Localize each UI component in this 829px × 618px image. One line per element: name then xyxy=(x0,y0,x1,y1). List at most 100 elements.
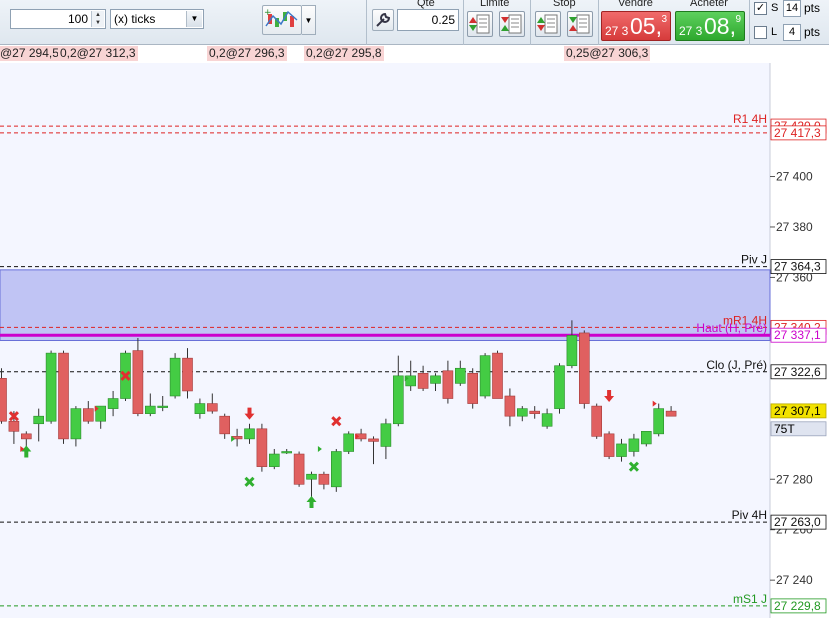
candle-body xyxy=(603,433,615,457)
candle-body xyxy=(616,443,627,457)
chevron-up-icon[interactable]: ▲ xyxy=(92,11,104,19)
price-tag-label: 27 229,8 xyxy=(774,599,821,613)
candle-body xyxy=(219,415,230,435)
price-tag-label: 27 364,3 xyxy=(774,260,821,274)
price-tag-label: 27 337,1 xyxy=(774,328,821,342)
candle-body xyxy=(368,438,379,442)
level-label: Piv 4H xyxy=(732,508,767,522)
candle-body xyxy=(392,375,404,425)
buy-price-fraction: 9 xyxy=(735,14,741,25)
candle-body xyxy=(70,408,82,440)
svg-text:+: + xyxy=(264,8,272,18)
sell-price-fraction: 3 xyxy=(661,14,667,25)
indicator-dropdown[interactable]: ▼ xyxy=(302,5,316,35)
sell-label: Vendre xyxy=(618,0,653,9)
limit-checkbox[interactable] xyxy=(754,26,767,39)
indicator-button[interactable]: + xyxy=(262,5,302,35)
price-tag-label: 75T xyxy=(774,422,795,436)
candle-body xyxy=(343,433,355,452)
order-book-icon xyxy=(569,14,590,34)
resistance-zone xyxy=(0,269,771,341)
candle-body xyxy=(504,395,516,417)
toolbar-separator xyxy=(366,0,367,45)
qte-value: 0.25 xyxy=(431,13,455,27)
order-book-icon xyxy=(469,14,490,34)
order-chip[interactable]: @27 294,5 xyxy=(0,46,61,61)
candle-body xyxy=(492,352,503,399)
candle-body xyxy=(169,357,181,397)
quantity-value: 100 xyxy=(67,12,88,26)
candle-body xyxy=(194,403,206,414)
limit-buy-button[interactable] xyxy=(467,11,493,37)
wrench-icon xyxy=(376,12,391,27)
candle-body xyxy=(516,408,528,417)
y-tick-label: 27 280 xyxy=(776,472,813,486)
price-tag-label: 27 263,0 xyxy=(774,515,821,529)
candle-body xyxy=(281,451,293,454)
orders-strip: @27 294,5 0,2@27 312,3 0,2@27 296,3 0,2@… xyxy=(0,45,829,63)
order-book-icon xyxy=(537,14,558,34)
sell-price-button[interactable]: 27 3 05, 3 xyxy=(601,11,671,41)
sell-price-main: 05, xyxy=(630,13,662,39)
candle-body xyxy=(58,352,69,440)
toolbar-separator xyxy=(463,0,464,45)
quantity-stepper[interactable]: 100 ▲ ▼ xyxy=(10,9,106,29)
qte-input[interactable]: 0.25 xyxy=(397,9,459,31)
candle-body xyxy=(256,428,268,467)
candle-body xyxy=(318,473,330,485)
candle-body xyxy=(591,405,603,437)
candle-body xyxy=(132,350,144,414)
toolbar-separator xyxy=(530,0,531,45)
limit-pts-input[interactable]: 4 xyxy=(783,24,801,41)
candle-body xyxy=(665,410,677,417)
candle-body xyxy=(541,413,553,427)
candle-body xyxy=(442,370,454,399)
order-chip[interactable]: 0,2@27 312,3 xyxy=(58,46,138,61)
candle-body xyxy=(529,410,541,414)
y-tick-label: 27 240 xyxy=(776,573,813,587)
candle-body xyxy=(244,428,255,440)
candle-body xyxy=(306,473,317,480)
unit-select[interactable]: (x) ticks ▼ xyxy=(110,9,204,29)
sell-price-prefix: 27 3 xyxy=(605,24,629,38)
order-toolbar: 100 ▲ ▼ (x) ticks ▼ + ▼ Qte 0.25 Limite xyxy=(0,0,829,45)
spin-buttons[interactable]: ▲ ▼ xyxy=(91,11,104,27)
candle-body xyxy=(157,405,168,408)
candle-body xyxy=(467,372,479,404)
indicator-chart-icon: + xyxy=(264,8,298,27)
stop-checkbox-label: S xyxy=(771,2,779,14)
stop-checkbox[interactable]: ✓ xyxy=(754,2,767,15)
candle-body xyxy=(330,451,342,488)
stop-pts-input[interactable]: 14 xyxy=(783,0,801,17)
candle-body xyxy=(454,367,466,384)
qte-label: Qte xyxy=(417,0,435,9)
candle-body xyxy=(430,375,441,384)
stop-buy-button[interactable] xyxy=(535,11,561,37)
order-chip[interactable]: 0,2@27 295,8 xyxy=(304,46,384,61)
level-label: Haut (H, Pré) xyxy=(696,321,767,335)
price-tag-label: 27 322,6 xyxy=(774,365,821,379)
buy-price-main: 08, xyxy=(704,13,736,39)
candle-body xyxy=(293,453,305,485)
candle-body xyxy=(107,398,119,409)
candle-body xyxy=(33,415,45,425)
candle-body xyxy=(554,365,565,409)
chevron-down-icon[interactable]: ▼ xyxy=(92,19,104,27)
candle-body xyxy=(8,420,20,432)
wrench-settings-button[interactable] xyxy=(372,9,394,31)
buy-price-button[interactable]: 27 3 08, 9 xyxy=(675,11,745,41)
price-chart[interactable]: R1 4HPiv JmR1 4HHaut (H, Pré)Clo (J, Pré… xyxy=(0,63,829,618)
dropdown-arrow-icon[interactable]: ▼ xyxy=(186,11,202,27)
level-label: Piv J xyxy=(741,253,767,267)
order-chip[interactable]: 0,25@27 306,3 xyxy=(564,46,651,61)
price-tag-label: 27 307,1 xyxy=(774,404,821,418)
level-label: Clo (J, Pré) xyxy=(706,358,767,372)
candle-body xyxy=(417,372,429,389)
candle-body xyxy=(45,352,57,422)
limit-sell-button[interactable] xyxy=(499,11,525,37)
limit-pts-label: pts xyxy=(804,25,821,39)
candle-body xyxy=(20,433,32,440)
candle-body xyxy=(566,335,578,367)
stop-sell-button[interactable] xyxy=(567,11,593,37)
order-chip[interactable]: 0,2@27 296,3 xyxy=(207,46,287,61)
